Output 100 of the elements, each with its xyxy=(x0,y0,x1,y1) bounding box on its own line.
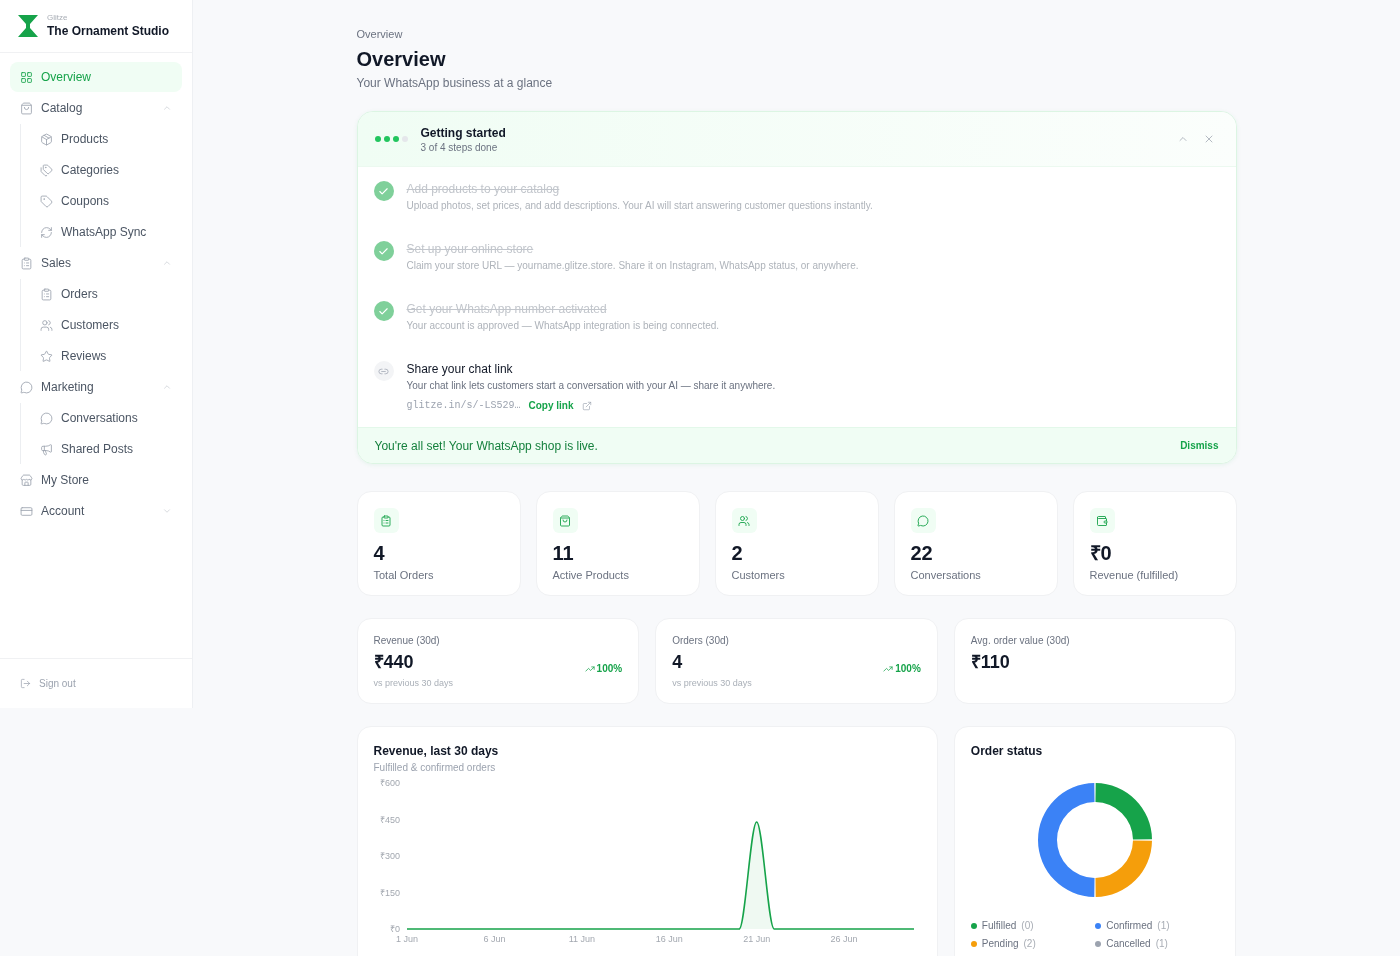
shopping-bag-icon xyxy=(552,508,578,533)
stat-value: 11 xyxy=(552,541,575,565)
megaphone-icon xyxy=(40,442,53,456)
metric-value: 4 xyxy=(672,651,683,673)
clipboard-icon xyxy=(40,287,53,301)
chevron-up-icon xyxy=(162,258,172,268)
nav-item[interactable]: Reviews xyxy=(21,341,182,371)
store-icon xyxy=(20,473,33,487)
star-icon xyxy=(40,349,53,363)
step-title: Set up your online store xyxy=(406,241,535,257)
nav-item[interactable]: Sales xyxy=(10,248,182,278)
nav-item[interactable]: My Store xyxy=(10,465,182,495)
nav-item[interactable]: Marketing xyxy=(10,372,182,402)
legend-count: (2) xyxy=(1023,938,1036,950)
page-title: Overview xyxy=(356,47,447,72)
y-tick-label: ₹450 xyxy=(379,814,400,825)
progress-text: 3 of 4 steps done xyxy=(420,140,499,154)
stat-value: 2 xyxy=(731,541,744,565)
stat-value: 22 xyxy=(910,541,934,565)
legend-count: (0) xyxy=(1021,920,1034,932)
x-tick-label: 21 Jun xyxy=(742,934,770,944)
step-description: Your account is approved — WhatsApp integration is being connected. xyxy=(406,319,720,333)
store-name: The Ornament Studio xyxy=(47,23,169,39)
change-value: 100% xyxy=(895,662,921,675)
x-tick-label: 6 Jun xyxy=(482,934,505,944)
nav-item[interactable]: WhatsApp Sync xyxy=(21,217,182,247)
users-icon xyxy=(40,318,53,332)
nav-item[interactable]: Account xyxy=(10,496,182,526)
nav-item[interactable]: Shared Posts xyxy=(21,434,182,464)
brand-caption: Glitze xyxy=(47,13,69,23)
page-subtitle: Your WhatsApp business at a glance xyxy=(356,75,554,91)
step-title: Get your WhatsApp number activated xyxy=(406,301,608,317)
chat-bubble-icon xyxy=(20,380,33,394)
logo-icon xyxy=(18,15,38,37)
legend-label: Fulfilled xyxy=(981,920,1017,932)
step-description: Upload photos, set prices, and add descriptions. Your AI will start answering customer questions instantly. xyxy=(406,199,873,213)
step-description: Claim your store URL — yourname.glitze.store. Share it on Instagram, WhatsApp status, or anywhere. xyxy=(406,259,859,273)
stat-label: Customers xyxy=(731,568,786,582)
clipboard-icon xyxy=(20,256,33,270)
stat-label: Active Products xyxy=(552,568,630,582)
metric-label: Avg. order value (30d) xyxy=(970,634,1071,648)
stat-label: Total Orders xyxy=(373,568,435,582)
x-tick-label: 1 Jun xyxy=(395,934,418,944)
nav-item[interactable]: Categories xyxy=(21,155,182,185)
nav-item[interactable]: Products xyxy=(21,124,182,154)
step-description: Your chat link lets customers start a conversation with your AI — share it anywhere. xyxy=(406,379,776,393)
nav-item[interactable]: Customers xyxy=(21,310,182,340)
metric-label: Orders (30d) xyxy=(672,634,730,648)
step-title: Share your chat link xyxy=(406,361,514,377)
chevron-up-icon xyxy=(162,382,172,392)
nav-item[interactable]: Coupons xyxy=(21,186,182,216)
comparison-note: vs previous 30 days xyxy=(373,677,455,689)
shopping-bag-icon xyxy=(20,101,33,115)
trending-up-icon xyxy=(584,663,595,674)
stat-value: ₹0 xyxy=(1089,541,1113,565)
metric-value: ₹110 xyxy=(970,651,1010,673)
breadcrumb: Overview xyxy=(356,27,404,41)
stat-value: 4 xyxy=(373,541,386,565)
x-tick-label: 16 Jun xyxy=(655,934,683,944)
legend-label: Pending xyxy=(981,938,1019,950)
change-value: 100% xyxy=(596,662,623,675)
grid-icon xyxy=(20,70,33,84)
chat-link-url: glitze.in/s/-LS529… xyxy=(406,399,521,413)
trending-up-icon xyxy=(883,663,894,674)
success-message: You're all set! Your WhatsApp shop is live. xyxy=(374,437,598,455)
nav-item[interactable]: Conversations xyxy=(21,403,182,433)
chevron-up-icon xyxy=(162,103,172,113)
legend-count: (1) xyxy=(1157,920,1170,932)
box-icon xyxy=(40,132,53,146)
y-tick-label: ₹300 xyxy=(379,851,400,861)
chart-title: Order status xyxy=(970,743,1044,759)
stat-label: Revenue (fulfilled) xyxy=(1089,568,1180,582)
chevron-down-icon xyxy=(162,506,172,516)
x-tick-label: 11 Jun xyxy=(568,934,595,944)
step-title: Add products to your catalog xyxy=(406,181,561,197)
y-tick-label: ₹150 xyxy=(379,887,400,898)
chart-title: Revenue, last 30 days xyxy=(373,743,500,759)
wallet-icon xyxy=(1089,508,1115,533)
legend-label: Cancelled xyxy=(1106,938,1151,950)
y-tick-label: ₹600 xyxy=(379,778,400,788)
external-link-icon[interactable] xyxy=(581,401,592,411)
nav-item[interactable]: Orders xyxy=(21,279,182,309)
legend-label: Confirmed xyxy=(1106,920,1153,932)
refresh-icon xyxy=(40,225,53,239)
users-icon xyxy=(731,508,757,533)
y-tick-label: ₹0 xyxy=(389,924,400,934)
stat-label: Conversations xyxy=(910,568,982,582)
legend-count: (1) xyxy=(1155,938,1168,950)
chat-bubble-icon xyxy=(40,411,53,425)
tag-icon xyxy=(40,194,53,208)
metric-label: Revenue (30d) xyxy=(373,634,441,648)
chat-bubble-icon xyxy=(910,508,936,533)
sign-out-icon xyxy=(20,678,31,689)
x-tick-label: 26 Jun xyxy=(830,934,858,944)
nav-item[interactable]: Catalog xyxy=(10,93,182,123)
credit-card-icon xyxy=(20,504,33,518)
card-title: Getting started xyxy=(420,124,506,141)
tags-icon xyxy=(40,163,53,177)
metric-value: ₹440 xyxy=(373,651,414,673)
clipboard-icon xyxy=(373,508,399,533)
